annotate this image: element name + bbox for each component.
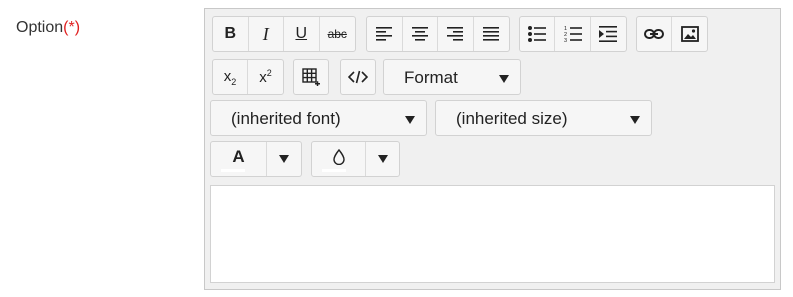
svg-text:3: 3 <box>564 38 567 43</box>
text-color-dropdown-button[interactable] <box>267 142 301 176</box>
numbered-list-icon: 123 <box>564 26 582 43</box>
font-size-dropdown[interactable]: (inherited size) <box>435 100 652 136</box>
align-right-button[interactable] <box>438 17 474 51</box>
subscript-button[interactable]: x2 <box>213 60 249 94</box>
code-icon <box>348 70 368 84</box>
subscript-index: 2 <box>231 76 237 87</box>
chevron-down-icon <box>499 75 509 83</box>
image-icon <box>680 26 699 42</box>
list-group: 123 <box>519 16 627 52</box>
text-color-swatch <box>221 169 245 172</box>
align-center-icon <box>411 27 428 41</box>
rich-text-editor: B I U abc 123 x2 x2 Format (inherited fo… <box>204 8 781 290</box>
chevron-down-icon <box>405 116 415 124</box>
background-color-button[interactable] <box>312 142 366 176</box>
bold-button[interactable]: B <box>213 17 249 51</box>
font-family-dropdown[interactable]: (inherited font) <box>210 100 427 136</box>
underline-button[interactable]: U <box>284 17 320 51</box>
link-icon <box>644 29 664 39</box>
align-right-icon <box>447 27 464 41</box>
indent-icon <box>599 26 618 42</box>
underline-icon: U <box>295 25 308 42</box>
drop-icon <box>332 149 345 165</box>
table-button[interactable] <box>294 60 328 94</box>
field-label: Option(*) <box>16 19 80 37</box>
superscript-icon: x2 <box>259 68 272 86</box>
superscript-index: 2 <box>266 68 272 78</box>
background-color-picker <box>311 141 400 177</box>
subscript-icon: x2 <box>224 68 237 87</box>
format-dropdown[interactable]: Format <box>383 59 521 95</box>
superscript-glyph: x <box>259 69 267 86</box>
italic-button[interactable]: I <box>249 17 284 51</box>
align-left-icon <box>376 27 393 41</box>
image-button[interactable] <box>672 17 707 51</box>
insert-group <box>636 16 708 52</box>
field-label-text: Option <box>16 19 64 36</box>
align-left-button[interactable] <box>367 17 403 51</box>
text-color-icon: A <box>232 147 245 166</box>
strikethrough-icon: abc <box>327 27 347 41</box>
chevron-down-icon <box>377 155 388 163</box>
table-icon <box>302 68 320 86</box>
superscript-button[interactable]: x2 <box>248 60 283 94</box>
required-marker: (*) <box>63 19 81 36</box>
source-group <box>340 59 376 95</box>
bullet-list-icon <box>528 26 547 42</box>
align-center-button[interactable] <box>403 17 438 51</box>
justify-button[interactable] <box>474 17 509 51</box>
numbered-list-button[interactable]: 123 <box>555 17 591 51</box>
font-size-dropdown-label: (inherited size) <box>456 109 568 128</box>
link-button[interactable] <box>637 17 673 51</box>
italic-icon: I <box>262 23 269 44</box>
table-group <box>293 59 329 95</box>
chevron-down-icon <box>630 116 640 124</box>
script-group: x2 x2 <box>212 59 284 95</box>
chevron-down-icon <box>279 155 289 163</box>
bullet-list-button[interactable] <box>520 17 556 51</box>
justify-icon <box>483 27 500 41</box>
text-color-picker: A <box>210 141 302 177</box>
editor-content-area[interactable] <box>210 185 775 283</box>
font-family-dropdown-label: (inherited font) <box>231 109 341 128</box>
alignment-group <box>366 16 510 52</box>
strikethrough-button[interactable]: abc <box>320 17 355 51</box>
source-code-button[interactable] <box>341 60 375 94</box>
background-color-dropdown-button[interactable] <box>366 142 399 176</box>
bold-icon: B <box>224 25 237 42</box>
indent-button[interactable] <box>591 17 626 51</box>
background-color-swatch <box>322 169 346 172</box>
text-style-group: B I U abc <box>212 16 356 52</box>
text-color-button[interactable]: A <box>211 142 267 176</box>
format-dropdown-label: Format <box>404 68 458 87</box>
